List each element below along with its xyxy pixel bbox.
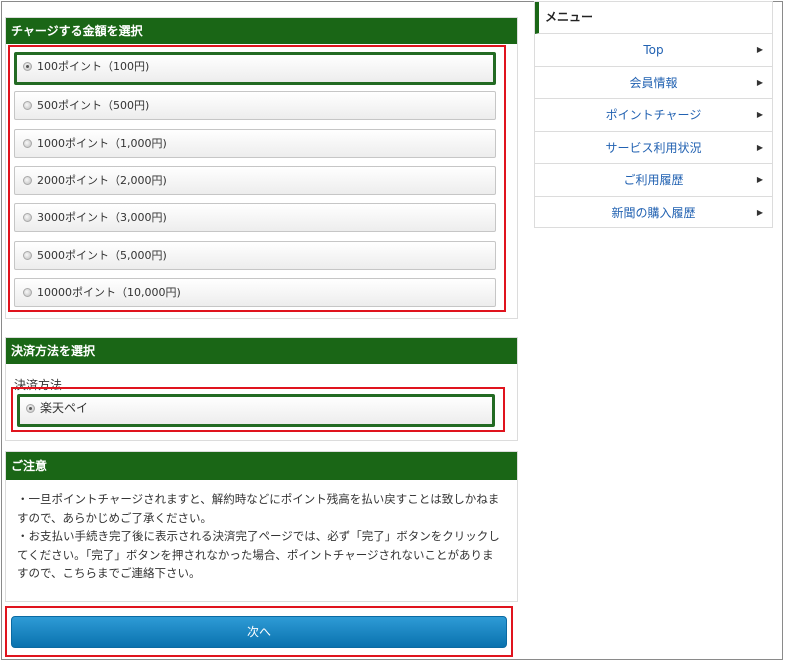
arrow-right-icon: ▶ xyxy=(756,77,763,87)
payment-panel-title: 決済方法を選択 xyxy=(6,338,517,364)
radio-icon[interactable] xyxy=(23,213,32,222)
radio-icon[interactable] xyxy=(23,288,32,297)
radio-selected-icon[interactable] xyxy=(23,62,32,71)
radio-icon[interactable] xyxy=(23,101,32,110)
arrow-right-icon: ▶ xyxy=(756,142,763,152)
charge-option-1000[interactable]: 1000ポイント（1,000円) xyxy=(14,129,496,158)
charge-option-label: 3000ポイント（3,000円) xyxy=(37,211,167,224)
arrow-right-icon: ▶ xyxy=(756,110,763,119)
menu-item-service-usage[interactable]: サービス利用状況 ▶ xyxy=(535,132,772,164)
charge-option-5000[interactable]: 5000ポイント（5,000円) xyxy=(14,241,496,270)
menu-item-newspaper-history[interactable]: 新聞の購入履歴 ▶ xyxy=(535,197,772,230)
radio-icon[interactable] xyxy=(23,176,32,185)
notice-line: ・お支払い手続き完了後に表示される決済完了ページでは、必ず「完了」ボタンをクリッ… xyxy=(17,529,500,580)
menu-item-point-charge[interactable]: ポイントチャージ ▶ xyxy=(535,99,772,132)
charge-option-500[interactable]: 500ポイント（500円) xyxy=(14,91,496,120)
charge-option-100[interactable]: 100ポイント（100円) xyxy=(14,52,496,85)
charge-option-2000[interactable]: 2000ポイント（2,000円) xyxy=(14,166,496,195)
menu-item-label: Top xyxy=(643,43,664,57)
charge-option-10000[interactable]: 10000ポイント（10,000円) xyxy=(14,278,496,307)
notice-panel-title: ご注意 xyxy=(6,452,517,480)
charge-option-label: 2000ポイント（2,000円) xyxy=(37,174,167,187)
radio-icon[interactable] xyxy=(23,139,32,148)
charge-option-label: 10000ポイント（10,000円) xyxy=(37,286,181,299)
charge-option-label: 500ポイント（500円) xyxy=(37,99,150,112)
arrow-right-icon: ▶ xyxy=(756,175,763,184)
side-menu: メニュー Top ▶ 会員情報 ▶ ポイントチャージ ▶ サービス利用状況 ▶ … xyxy=(534,1,773,228)
charge-option-3000[interactable]: 3000ポイント（3,000円) xyxy=(14,203,496,232)
charge-option-label: 100ポイント（100円) xyxy=(37,60,150,73)
next-button[interactable]: 次へ xyxy=(11,616,507,648)
arrow-right-icon: ▶ xyxy=(756,45,763,54)
menu-item-usage-history[interactable]: ご利用履歴 ▶ xyxy=(535,164,772,197)
arrow-right-icon: ▶ xyxy=(756,207,763,217)
payment-option-label: 楽天ペイ xyxy=(40,401,89,415)
radio-icon[interactable] xyxy=(23,251,32,260)
notice-line: ・一旦ポイントチャージされますと、解約時などにポイント残高を払い戻すことは致しか… xyxy=(17,492,500,525)
menu-title: メニュー xyxy=(535,2,772,34)
menu-item-member-info[interactable]: 会員情報 ▶ xyxy=(535,67,772,99)
radio-selected-icon[interactable] xyxy=(26,404,35,413)
menu-item-label: 会員情報 xyxy=(629,75,678,90)
menu-item-top[interactable]: Top ▶ xyxy=(535,34,772,67)
charge-option-label: 5000ポイント（5,000円) xyxy=(37,249,167,262)
menu-item-label: ご利用履歴 xyxy=(623,173,684,187)
menu-item-label: ポイントチャージ xyxy=(605,108,702,122)
menu-item-label: 新聞の購入履歴 xyxy=(611,205,696,220)
charge-panel-title: チャージする金額を選択 xyxy=(6,18,517,44)
notice-text: ・一旦ポイントチャージされますと、解約時などにポイント残高を払い戻すことは致しか… xyxy=(17,490,503,583)
charge-option-label: 1000ポイント（1,000円) xyxy=(37,137,167,150)
payment-option-rakuten-pay[interactable]: 楽天ペイ xyxy=(17,394,495,427)
menu-item-label: サービス利用状況 xyxy=(605,140,702,155)
